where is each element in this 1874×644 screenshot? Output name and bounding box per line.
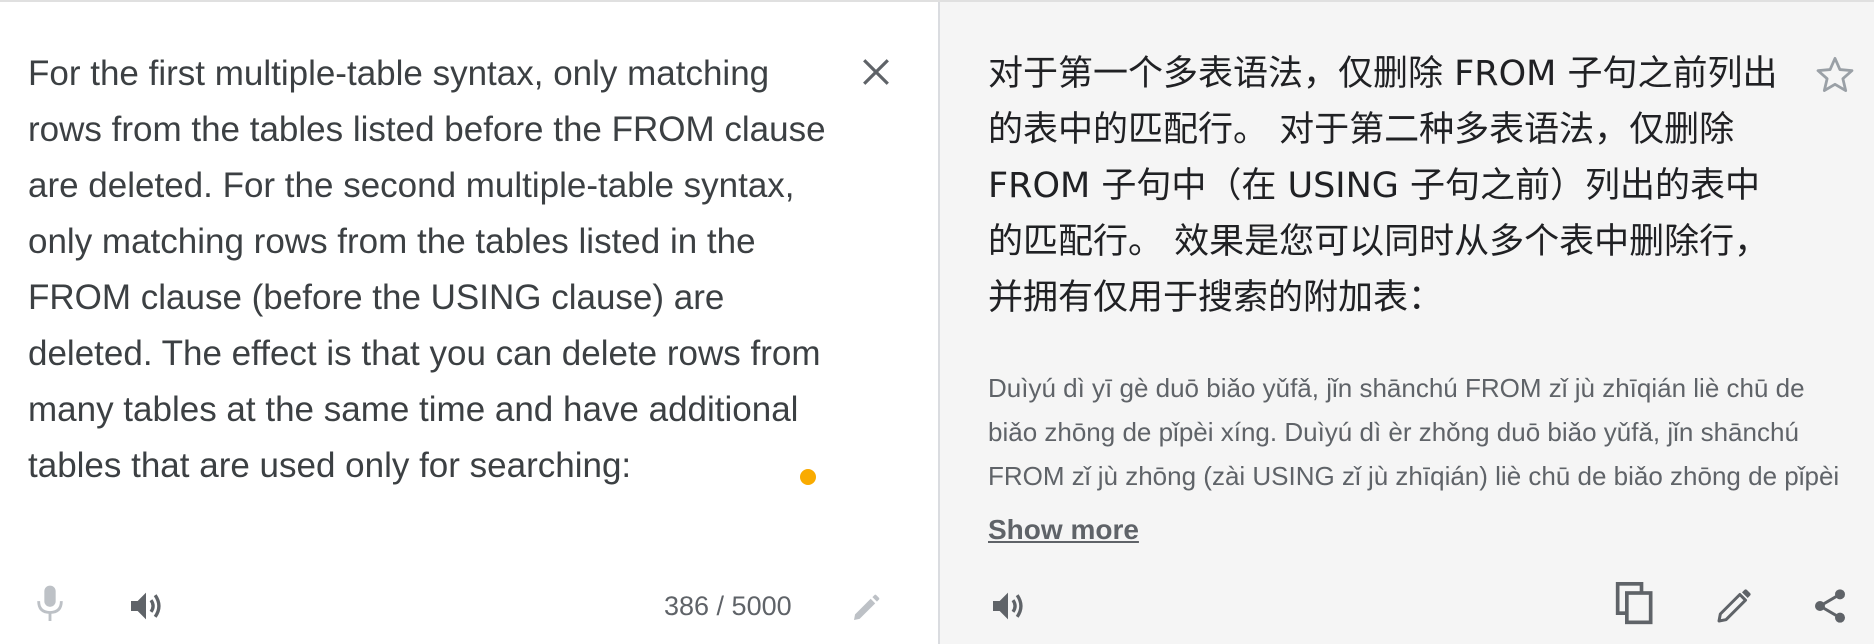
speaker-icon	[131, 592, 161, 620]
translated-text: 对于第一个多表语法，仅删除 FROM 子句之前列出的表中的匹配行。 对于第二种多…	[988, 54, 1778, 318]
translation-panel: 对于第一个多表语法，仅删除 FROM 子句之前列出的表中的匹配行。 对于第二种多…	[940, 2, 1874, 644]
edit-translation-button[interactable]	[1710, 582, 1758, 630]
character-count: 386 / 5000	[664, 591, 792, 621]
close-icon	[863, 59, 889, 85]
listen-source-button[interactable]	[124, 584, 168, 628]
speaker-icon	[993, 592, 1023, 620]
show-more-link[interactable]: Show more	[988, 514, 1139, 546]
translate-app: For the first multiple-table syntax, onl…	[0, 0, 1874, 644]
copy-icon	[1615, 582, 1653, 625]
voice-input-button[interactable]	[28, 582, 72, 626]
copy-translation-button[interactable]	[1612, 580, 1660, 628]
source-panel: For the first multiple-table syntax, onl…	[0, 2, 940, 644]
share-translation-button[interactable]	[1806, 582, 1854, 630]
pencil-icon	[1717, 589, 1751, 623]
text-cursor-indicator	[800, 469, 816, 485]
listen-translation-button[interactable]	[984, 582, 1032, 630]
microphone-icon	[37, 585, 63, 621]
clear-source-button[interactable]	[856, 52, 896, 92]
source-text-input[interactable]: For the first multiple-table syntax, onl…	[28, 46, 828, 494]
share-icon	[1815, 589, 1845, 623]
star-icon	[1816, 56, 1854, 92]
pencil-icon	[854, 594, 880, 620]
handwriting-button[interactable]	[844, 586, 888, 630]
romanization-text: Duìyú dì yī gè duō biǎo yǔfǎ, jǐn shānch…	[988, 373, 1840, 491]
save-translation-button[interactable]	[1812, 52, 1858, 98]
